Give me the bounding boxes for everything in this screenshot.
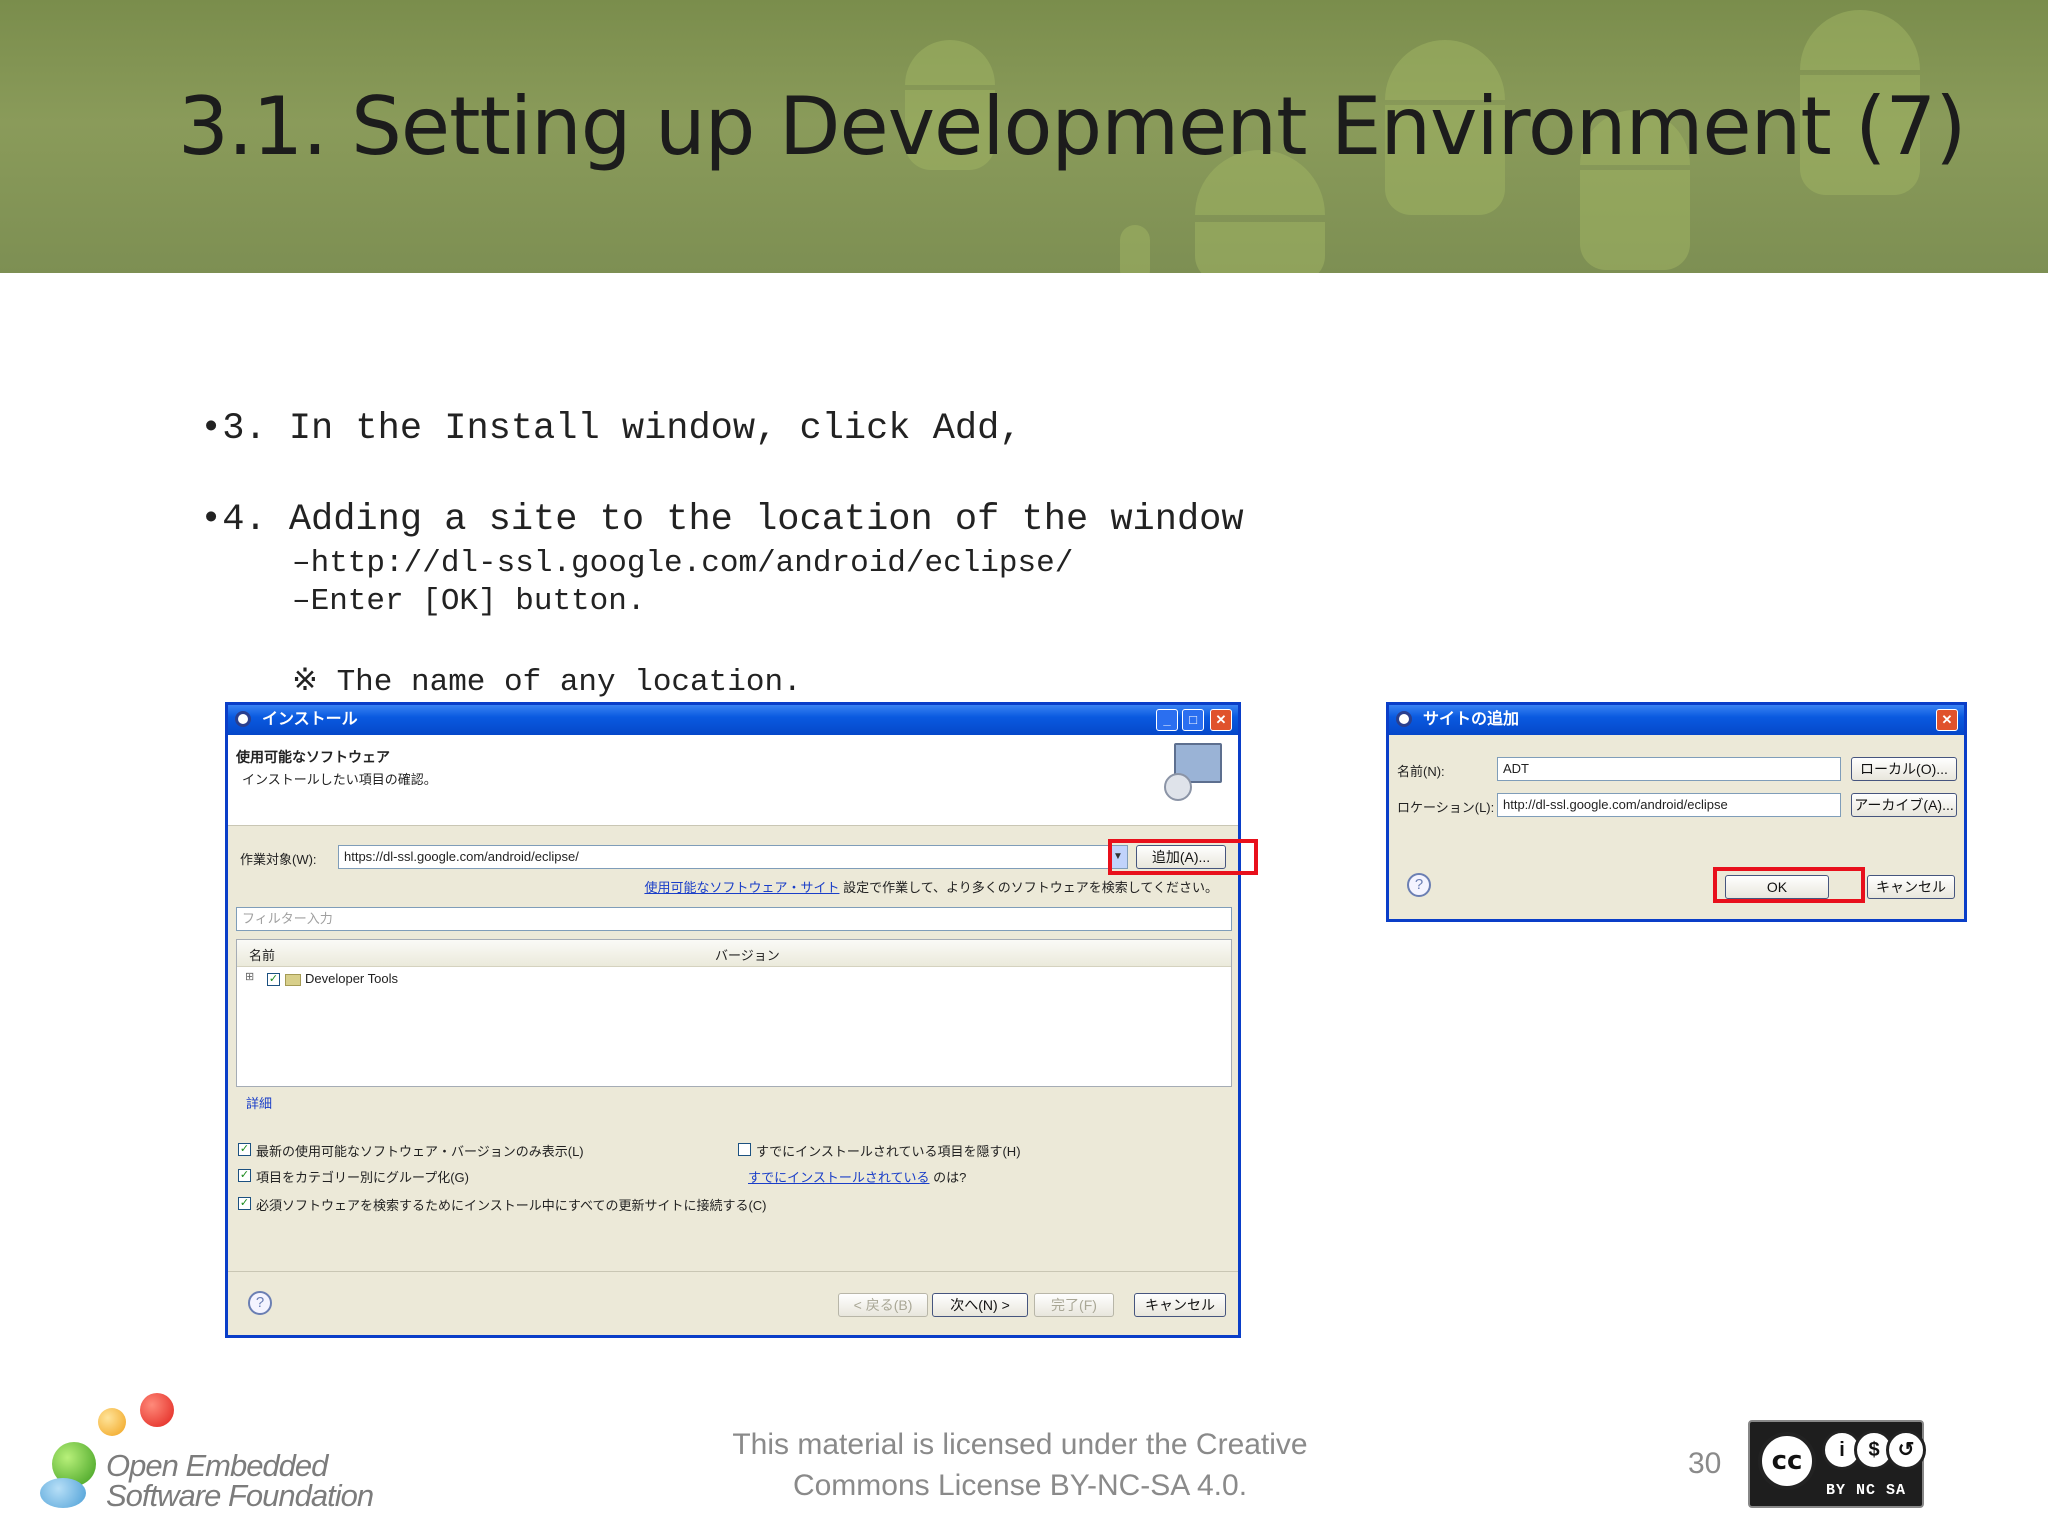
- cc-labels: BY NC SA: [1826, 1482, 1907, 1499]
- software-table: 名前 バージョン ⊞ ✓ Developer Tools: [236, 939, 1232, 1087]
- bullet-step-3: •3. In the Install window, click Add,: [200, 408, 1022, 450]
- close-icon[interactable]: ✕: [1210, 709, 1232, 731]
- header-banner: 3.1. Setting up Development Environment …: [0, 0, 2048, 273]
- logo-red-ball: [140, 1393, 174, 1427]
- add-site-dialog: サイトの追加 ✕ 名前(N): ADT ローカル(O)... ロケーション(L)…: [1386, 702, 1967, 922]
- logo-text-line2: Software Foundation: [106, 1478, 374, 1513]
- already-installed-row: すでにインストールされている のは?: [748, 1167, 966, 1186]
- android-decoration: [905, 40, 995, 85]
- dialog-cancel-button[interactable]: キャンセル: [1867, 875, 1955, 899]
- add-button-highlight: [1108, 839, 1258, 875]
- license-line-2: Commons License BY-NC-SA 4.0.: [792, 1469, 1248, 1502]
- cc-license-badge: cc i $ ↺ BY NC SA: [1748, 1420, 1926, 1508]
- location-input[interactable]: http://dl-ssl.google.com/android/eclipse: [1497, 793, 1841, 817]
- install-window-titlebar[interactable]: インストール _ □ ✕: [228, 705, 1238, 735]
- option-hide-installed: すでにインストールされている項目を隠す(H): [756, 1144, 1021, 1159]
- eclipse-icon: [1396, 711, 1412, 727]
- cc-logo: cc: [1758, 1432, 1816, 1490]
- option-group-category: 項目をカテゴリー別にグループ化(G): [256, 1170, 469, 1185]
- expand-icon[interactable]: ⊞: [245, 970, 254, 983]
- add-site-title: サイトの追加: [1423, 711, 1520, 728]
- option-latest-only: 最新の使用可能なソフトウェア・バージョンのみ表示(L): [256, 1144, 584, 1159]
- logo-blue-ball: [40, 1478, 86, 1508]
- install-window: インストール _ □ ✕ 使用可能なソフトウェア インストールしたい項目の確認。…: [225, 702, 1258, 1338]
- note-location-name: ※ The name of any location.: [292, 665, 802, 700]
- cancel-button[interactable]: キャンセル: [1134, 1293, 1226, 1317]
- name-label: 名前(N):: [1397, 764, 1445, 779]
- checkbox-hide-installed[interactable]: [738, 1143, 751, 1156]
- checkbox-contact-sites[interactable]: ✓: [238, 1197, 251, 1210]
- details-label: 詳細: [246, 1096, 273, 1111]
- minimize-icon[interactable]: _: [1156, 709, 1178, 731]
- checkbox-developer-tools[interactable]: ✓: [267, 973, 280, 986]
- sites-hint-text: 設定で作業して、より多くのソフトウェアを検索してください。: [843, 880, 1218, 895]
- tree-item-label: Developer Tools: [305, 971, 398, 986]
- android-decoration-body: [1195, 222, 1325, 273]
- help-icon[interactable]: ?: [1407, 873, 1431, 897]
- filter-input[interactable]: フィルター入力: [236, 907, 1232, 931]
- work-with-combo[interactable]: https://dl-ssl.google.com/android/eclips…: [338, 845, 1128, 869]
- location-label: ロケーション(L):: [1397, 800, 1495, 815]
- sub-bullet-url: –http://dl-ssl.google.com/android/eclips…: [292, 546, 1074, 581]
- table-header: 名前 バージョン: [237, 940, 1231, 967]
- install-header-area: 使用可能なソフトウェア インストールしたい項目の確認。: [228, 735, 1238, 826]
- install-subheading: インストールしたい項目の確認。: [242, 772, 437, 787]
- already-installed-link[interactable]: すでにインストールされている: [748, 1170, 929, 1185]
- name-input[interactable]: ADT: [1497, 757, 1841, 781]
- archive-button[interactable]: アーカイブ(A)...: [1851, 793, 1957, 817]
- available-sites-link[interactable]: 使用可能なソフトウェア・サイト: [644, 880, 839, 895]
- slide-title: 3.1. Setting up Development Environment …: [178, 80, 1966, 173]
- already-installed-suffix: のは?: [933, 1170, 967, 1185]
- finish-button[interactable]: 完了(F): [1034, 1293, 1114, 1317]
- license-text: This material is licensed under the Crea…: [700, 1424, 1340, 1506]
- install-window-title: インストール: [262, 711, 358, 728]
- checkbox-latest-only[interactable]: ✓: [238, 1143, 251, 1156]
- android-decoration: [1800, 10, 1920, 70]
- page-number: 30: [1688, 1447, 1722, 1480]
- sharealike-icon: ↺: [1886, 1430, 1926, 1470]
- maximize-icon[interactable]: □: [1182, 709, 1204, 731]
- folder-icon: [285, 974, 301, 986]
- android-decoration-arm: [1120, 225, 1150, 273]
- sub-bullet-ok: –Enter [OK] button.: [292, 584, 646, 619]
- bullet-step-4: •4. Adding a site to the location of the…: [200, 499, 1244, 541]
- checkbox-group-category[interactable]: ✓: [238, 1169, 251, 1182]
- column-name[interactable]: 名前: [249, 945, 275, 964]
- divider: [228, 1271, 1238, 1272]
- install-heading: 使用可能なソフトウェア: [236, 749, 390, 765]
- eclipse-icon: [235, 711, 251, 727]
- local-button[interactable]: ローカル(O)...: [1851, 757, 1957, 781]
- add-site-titlebar[interactable]: サイトの追加 ✕: [1389, 705, 1964, 735]
- work-with-label: 作業対象(W):: [240, 852, 317, 867]
- table-row[interactable]: ⊞ ✓ Developer Tools: [237, 968, 1231, 990]
- android-decoration-body: [1580, 170, 1690, 270]
- sites-hint-row: 使用可能なソフトウェア・サイト 設定で作業して、より多くのソフトウェアを検索して…: [644, 877, 1218, 896]
- option-contact-sites: 必須ソフトウェアを検索するためにインストール中にすべての更新サイトに接続する(C…: [256, 1198, 767, 1213]
- license-line-1: This material is licensed under the Crea…: [732, 1428, 1308, 1461]
- next-button[interactable]: 次へ(N) >: [932, 1293, 1028, 1317]
- column-version[interactable]: バージョン: [715, 945, 780, 964]
- ok-button-highlight: [1713, 867, 1865, 903]
- close-icon[interactable]: ✕: [1936, 709, 1958, 731]
- logo-orange-ball: [98, 1408, 126, 1436]
- back-button[interactable]: < 戻る(B): [838, 1293, 928, 1317]
- install-banner-icon: [1164, 743, 1222, 801]
- help-icon[interactable]: ?: [248, 1291, 272, 1315]
